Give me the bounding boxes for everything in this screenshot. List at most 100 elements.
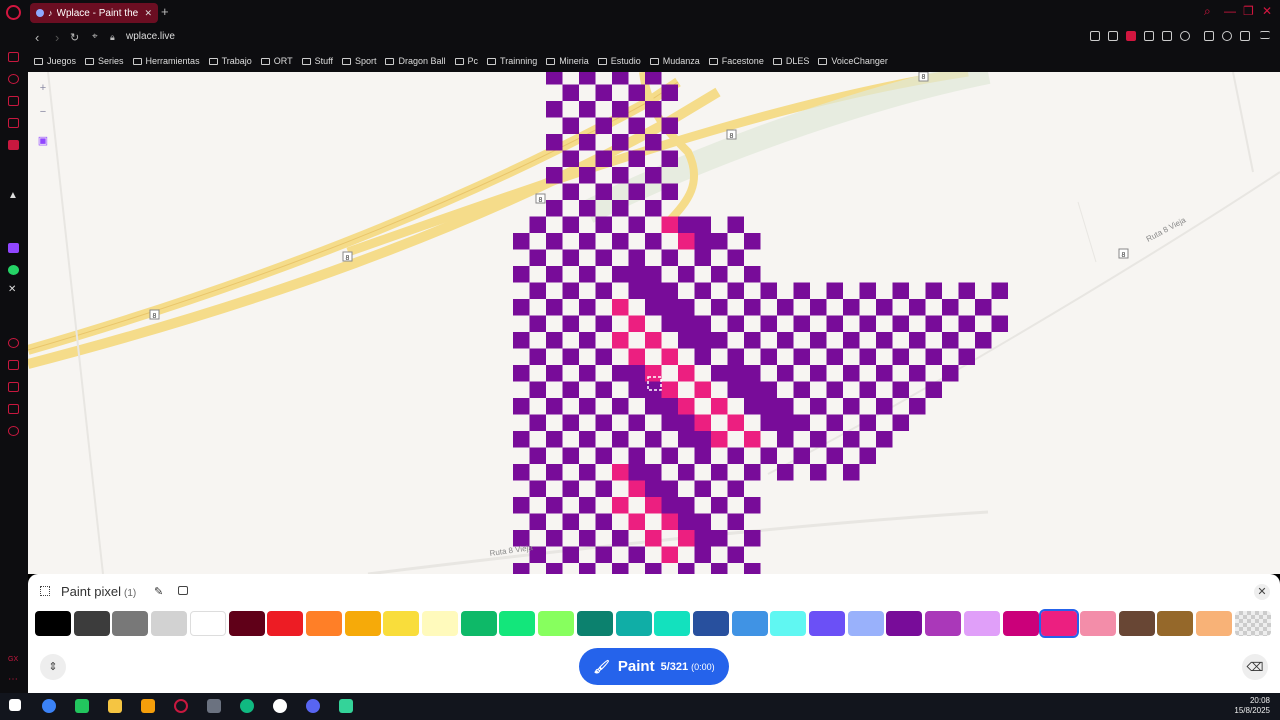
sidebar-extensions-icon[interactable]	[8, 404, 19, 414]
forward-icon[interactable]: ›	[55, 30, 59, 45]
color-swatch[interactable]	[654, 611, 691, 636]
bookmark-item[interactable]: Trabajo	[208, 56, 252, 66]
sidebar-twitch-icon[interactable]	[8, 243, 19, 253]
bookmark-item[interactable]: VoiceChanger	[818, 56, 888, 66]
bookmark-item[interactable]: Mudanza	[649, 56, 700, 66]
color-swatch[interactable]	[1234, 611, 1271, 636]
bookmark-item[interactable]: Sport	[341, 56, 376, 66]
sidebar-settings-icon[interactable]	[8, 426, 19, 436]
url-field[interactable]: wplace.live	[126, 31, 175, 42]
color-swatch[interactable]	[151, 611, 188, 636]
sidebar-heart-icon[interactable]	[8, 338, 19, 348]
color-swatch[interactable]	[925, 611, 962, 636]
color-swatch[interactable]	[1118, 611, 1155, 636]
shield-ext-icon[interactable]	[1126, 31, 1136, 41]
bookmark-item[interactable]: Trainning	[487, 56, 537, 66]
back-icon[interactable]: ‹	[35, 30, 39, 45]
taskbar-discord-icon[interactable]	[306, 699, 320, 713]
sidebar-shopping-icon[interactable]	[8, 118, 19, 128]
map-canvas[interactable]: 8 8 8 8 8 8 Ruta 8 Vieja Ruta 8 Vieja + …	[28, 72, 1280, 574]
send-icon[interactable]	[1162, 31, 1172, 41]
translate-icon[interactable]	[1144, 31, 1154, 41]
color-swatch[interactable]	[615, 611, 652, 636]
eraser-button[interactable]: ⌫	[1242, 654, 1268, 680]
close-window-icon[interactable]: ✕	[1262, 4, 1272, 18]
color-swatch[interactable]	[189, 611, 226, 636]
bookmark-item[interactable]: Mineria	[546, 56, 589, 66]
color-swatch[interactable]	[112, 611, 149, 636]
twitch-overlay-icon[interactable]: ▣	[36, 134, 50, 148]
bookmark-item[interactable]: DLES	[772, 56, 809, 66]
sidebar-aria-icon[interactable]	[8, 74, 19, 84]
taskbar-obs-icon[interactable]	[273, 699, 287, 713]
zoom-out-button[interactable]: −	[36, 106, 50, 120]
sidebar-x-icon[interactable]: ✕	[8, 284, 16, 295]
color-swatch[interactable]	[35, 611, 71, 636]
menu-icon[interactable]	[1260, 31, 1270, 39]
color-swatch[interactable]	[809, 611, 845, 636]
close-panel-button[interactable]: ✕	[1254, 584, 1270, 600]
sidebar-app-icon[interactable]: ▲	[8, 190, 18, 201]
search-icon[interactable]: ⌕	[1204, 4, 1211, 19]
sidebar-downloads-icon[interactable]	[8, 382, 19, 392]
pin-icon[interactable]	[1090, 31, 1100, 41]
minimize-icon[interactable]: —	[1224, 4, 1236, 18]
color-swatch[interactable]	[886, 611, 923, 636]
new-tab-button[interactable]: +	[161, 4, 169, 19]
pencil-icon[interactable]: ✎	[154, 585, 163, 598]
bookmark-item[interactable]: Herramientas	[132, 56, 200, 66]
sidebar-tabs-icon[interactable]	[8, 96, 19, 106]
sidebar-gx-icon[interactable]: GX	[8, 656, 18, 663]
color-swatch[interactable]	[305, 611, 342, 636]
color-swatch[interactable]	[847, 611, 884, 636]
speaker-icon[interactable]: ♪	[48, 8, 53, 18]
profile-icon[interactable]	[1222, 31, 1232, 41]
taskbar-minecraft-icon[interactable]	[75, 699, 89, 713]
color-swatch[interactable]	[1079, 611, 1116, 636]
color-swatch[interactable]	[228, 611, 265, 636]
extensions-icon[interactable]	[1204, 31, 1214, 41]
color-swatch[interactable]	[344, 611, 381, 636]
sidebar-whatsapp-icon[interactable]	[8, 265, 19, 275]
close-icon[interactable]: ✕	[144, 8, 152, 19]
color-swatch[interactable]	[731, 611, 768, 636]
bookmark-item[interactable]: ORT	[260, 56, 293, 66]
bookmark-item[interactable]: Facestone	[708, 56, 764, 66]
bookmark-item[interactable]: Pc	[454, 56, 478, 66]
color-swatch[interactable]	[1039, 609, 1080, 638]
expand-icon[interactable]	[40, 586, 50, 596]
color-swatch[interactable]	[383, 611, 420, 636]
color-swatch[interactable]	[460, 611, 497, 636]
bookmark-item[interactable]: Series	[85, 56, 124, 66]
system-clock[interactable]: 20:08 15/8/2025	[1234, 696, 1270, 716]
download-icon[interactable]	[1240, 31, 1250, 41]
bookmark-item[interactable]: Dragon Ball	[385, 56, 446, 66]
reload-icon[interactable]: ↻	[70, 31, 79, 44]
taskbar-sublime-icon[interactable]	[141, 699, 155, 713]
heart-icon[interactable]	[1180, 31, 1190, 41]
snapshot-icon[interactable]	[1108, 31, 1118, 41]
sidebar-mail-icon[interactable]	[8, 140, 19, 150]
sidebar-speed-dial-icon[interactable]	[8, 52, 19, 62]
paint-button[interactable]: 🖌︎ Paint 5/321 (0:00)	[579, 648, 729, 685]
tab-wplace[interactable]: ♪ Wplace - Paint the wor ✕	[30, 3, 158, 23]
opera-logo-icon[interactable]	[6, 5, 21, 20]
bookmark-item[interactable]: Stuff	[301, 56, 333, 66]
expand-collapse-button[interactable]: ⇕	[40, 654, 66, 680]
windows-start-icon[interactable]	[9, 699, 21, 711]
taskbar-app-icon[interactable]	[42, 699, 56, 713]
color-swatch[interactable]	[963, 611, 1000, 636]
color-swatch[interactable]	[1157, 611, 1194, 636]
bookmark-item[interactable]: Estudio	[597, 56, 641, 66]
sidebar-history-icon[interactable]	[8, 360, 19, 370]
restore-icon[interactable]: ❐	[1243, 4, 1254, 18]
zoom-in-button[interactable]: +	[36, 82, 50, 96]
template-icon[interactable]	[178, 586, 188, 595]
sidebar-more-icon[interactable]: ⋯	[8, 674, 18, 685]
color-swatch[interactable]	[267, 611, 304, 636]
color-swatch[interactable]	[692, 611, 729, 636]
taskbar-xbox-icon[interactable]	[240, 699, 254, 713]
color-swatch[interactable]	[1002, 611, 1039, 636]
color-swatch[interactable]	[770, 611, 807, 636]
color-swatch[interactable]	[499, 611, 536, 636]
